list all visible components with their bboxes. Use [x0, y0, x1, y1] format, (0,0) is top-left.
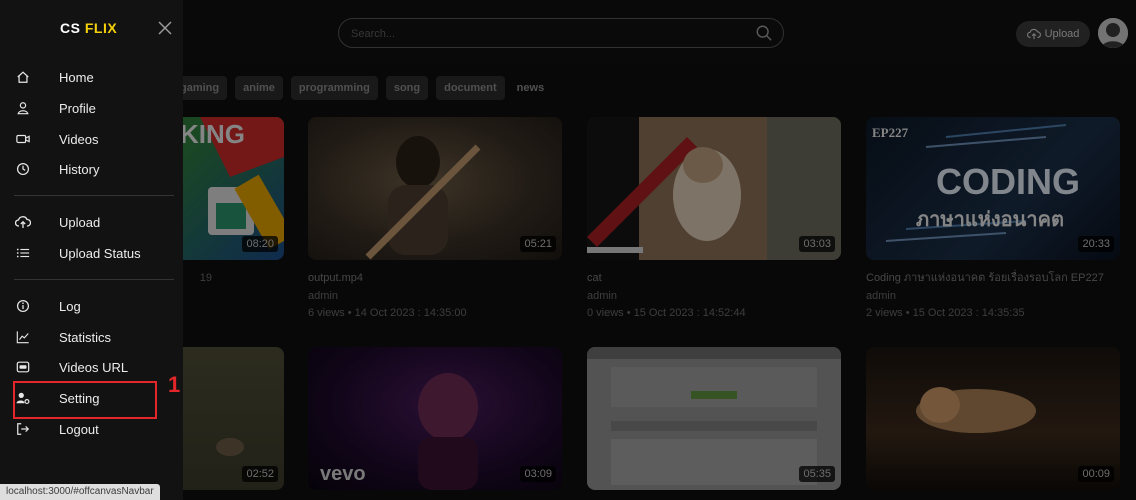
- thumbnail-episode: EP227: [872, 125, 909, 140]
- brand-logo[interactable]: CS FLIX: [60, 20, 117, 36]
- category-chips: gaming anime programming song document n…: [160, 76, 548, 102]
- search-input[interactable]: [351, 25, 741, 43]
- thumbnail-headline: CODING: [936, 161, 1080, 202]
- video-duration: 00:09: [1078, 466, 1114, 482]
- cloud-upload-icon: [14, 213, 32, 231]
- video-duration: 20:33: [1078, 236, 1114, 252]
- video-stats: 2 views • 15 Oct 2023 : 14:35:35: [866, 307, 1025, 319]
- sidebar-item-history[interactable]: History: [14, 155, 174, 183]
- video-thumbnail[interactable]: vevo 03:09: [308, 347, 562, 490]
- sidebar-item-home[interactable]: Home: [14, 63, 174, 91]
- video-thumbnail[interactable]: 03:03: [587, 117, 841, 260]
- video-meta: cat admin 0 views • 15 Oct 2023 : 14:52:…: [587, 270, 841, 322]
- video-thumbnail[interactable]: 00:09: [866, 347, 1120, 490]
- video-duration: 08:20: [242, 236, 278, 252]
- video-title[interactable]: cat: [587, 270, 841, 287]
- chip-song[interactable]: song: [385, 76, 429, 100]
- video-title[interactable]: output.mp4: [308, 270, 562, 287]
- close-icon[interactable]: [157, 20, 173, 36]
- sidebar-item-label: Logout: [59, 421, 99, 437]
- sidebar-item-label: Videos URL: [59, 359, 129, 375]
- search-icon[interactable]: [755, 24, 773, 42]
- list-icon: [14, 244, 32, 262]
- video-thumbnail[interactable]: 05:21: [308, 117, 562, 260]
- video-meta: Coding ภาษาแห่งอนาคต ร้อยเรื่องรอบโลก EP…: [866, 270, 1120, 322]
- sidebar-item-statistics[interactable]: Statistics: [14, 323, 174, 351]
- video-card[interactable]: 05:21 output.mp4 admin 6 views • 14 Oct …: [308, 117, 562, 322]
- clock-icon: [14, 160, 32, 178]
- sidebar-item-logout[interactable]: Logout: [14, 415, 174, 443]
- sidebar-divider: [14, 195, 174, 196]
- video-channel: admin: [587, 290, 617, 302]
- video-card[interactable]: 00:09: [866, 347, 1120, 490]
- video-thumbnail[interactable]: 05:35: [587, 347, 841, 490]
- link-box-icon: [14, 358, 32, 376]
- video-title[interactable]: Coding ภาษาแห่งอนาคต ร้อยเรื่องรอบโลก EP…: [866, 270, 1120, 287]
- chip-news[interactable]: news: [513, 76, 549, 100]
- sidebar-item-log[interactable]: Log: [14, 292, 174, 320]
- sidebar-item-upload[interactable]: Upload: [14, 208, 174, 236]
- chip-anime[interactable]: anime: [235, 76, 283, 100]
- video-card[interactable]: vevo 03:09: [308, 347, 562, 490]
- user-avatar-icon: [1098, 18, 1128, 48]
- video-camera-icon: [14, 130, 32, 148]
- video-card[interactable]: 03:03 cat admin 0 views • 15 Oct 2023 : …: [587, 117, 841, 322]
- sidebar-item-videos[interactable]: Videos: [14, 125, 174, 153]
- thumbnail-logo: vevo: [320, 463, 366, 485]
- video-duration: 03:09: [520, 466, 556, 482]
- video-meta: output.mp4 admin 6 views • 14 Oct 2023 :…: [308, 270, 562, 322]
- thumbnail-subline: ภาษาแห่งอนาคต: [916, 209, 1064, 231]
- info-icon: [14, 297, 32, 315]
- line-chart-icon: [14, 328, 32, 346]
- sidebar-item-profile[interactable]: Profile: [14, 94, 174, 122]
- chip-document[interactable]: document: [436, 76, 505, 100]
- search-box[interactable]: [338, 18, 784, 48]
- cloud-upload-icon: [1026, 28, 1041, 40]
- thumbnail-text: KING: [180, 119, 245, 149]
- offcanvas-navbar: CS FLIX Home Profile Videos History Uplo…: [0, 0, 183, 500]
- video-duration: 02:52: [242, 466, 278, 482]
- sidebar-item-upload-status[interactable]: Upload Status: [14, 239, 174, 267]
- video-stats: 6 views • 14 Oct 2023 : 14:35:00: [308, 307, 467, 319]
- sidebar-item-videos-url[interactable]: Videos URL: [14, 353, 174, 381]
- video-channel: admin: [866, 290, 896, 302]
- video-duration: 03:03: [799, 236, 835, 252]
- brand-cs: CS: [60, 20, 81, 36]
- upload-button-label: Upload: [1044, 28, 1080, 40]
- logout-icon: [14, 420, 32, 438]
- callout-number: 1: [168, 372, 181, 397]
- video-thumbnail[interactable]: EP227 CODING ภาษาแห่งอนาคต 20:33: [866, 117, 1120, 260]
- sidebar-item-label: Log: [59, 298, 81, 314]
- video-card[interactable]: 05:35: [587, 347, 841, 490]
- upload-button[interactable]: Upload: [1016, 21, 1090, 47]
- sidebar-item-label: Upload Status: [59, 245, 141, 261]
- sidebar-item-label: History: [59, 161, 100, 177]
- video-card[interactable]: EP227 CODING ภาษาแห่งอนาคต 20:33 Coding …: [866, 117, 1120, 322]
- video-duration: 05:21: [520, 236, 556, 252]
- brand-flix: FLIX: [84, 20, 118, 36]
- video-stats: 0 views • 15 Oct 2023 : 14:52:44: [587, 307, 746, 319]
- sidebar-item-label: Profile: [59, 100, 96, 116]
- video-channel: admin: [308, 290, 338, 302]
- sidebar-item-label: Home: [59, 69, 94, 85]
- browser-status-bar: localhost:3000/#offcanvasNavbar: [0, 484, 160, 500]
- sidebar-item-label: Statistics: [59, 329, 112, 345]
- person-icon: [14, 99, 32, 117]
- setting-highlight-box: [13, 381, 157, 419]
- sidebar-item-label: Videos: [59, 131, 99, 147]
- video-duration: 05:35: [799, 466, 835, 482]
- sidebar-divider: [14, 279, 174, 280]
- home-icon: [14, 68, 32, 86]
- avatar[interactable]: [1098, 18, 1128, 48]
- chip-programming[interactable]: programming: [290, 76, 378, 100]
- sidebar-item-label: Upload: [59, 214, 101, 230]
